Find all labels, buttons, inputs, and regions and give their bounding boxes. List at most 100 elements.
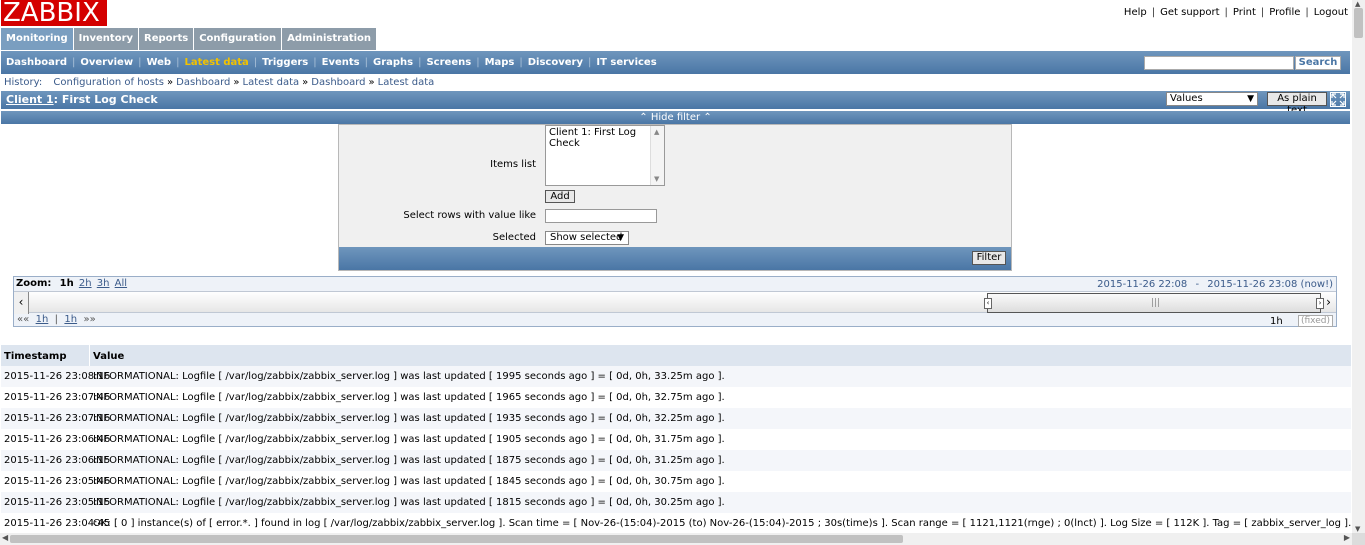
collapse-up-icon: ⌃: [639, 112, 648, 123]
chevron-right-icon[interactable]: ›: [1321, 292, 1336, 314]
submenu-discovery[interactable]: Discovery: [528, 57, 583, 68]
host-link[interactable]: Client 1: [6, 93, 54, 106]
history-link-dashboard[interactable]: Dashboard: [176, 77, 230, 88]
scrollbar-corner: [1352, 533, 1365, 545]
row-value: INFORMATIONAL: Logfile [ /var/log/zabbix…: [93, 455, 725, 466]
submenu-maps[interactable]: Maps: [485, 57, 515, 68]
table-row: 2015-11-26 23:06:46 INFORMATIONAL: Logfil…: [1, 429, 1351, 450]
zoom-all[interactable]: All: [115, 278, 127, 289]
horizontal-scrollbar[interactable]: ◀ ▶: [0, 533, 1352, 545]
horizontal-scroll-thumb[interactable]: [10, 535, 903, 543]
tab-configuration[interactable]: Configuration: [194, 28, 282, 50]
dropdown-arrow-icon: ▼: [1247, 94, 1254, 104]
history-link-configuration-of-hosts[interactable]: Configuration of hosts: [53, 77, 164, 88]
fullscreen-icon[interactable]: [1330, 92, 1346, 107]
sub-menu: Dashboard | Overview | Web | Latest data | Trigg…: [1, 51, 1350, 74]
scroll-down-icon[interactable]: ▼: [654, 175, 659, 183]
nav-first[interactable]: ««: [17, 314, 29, 325]
zoom-3h[interactable]: 3h: [97, 278, 110, 289]
slider-left-handle[interactable]: ‹: [984, 298, 992, 309]
selected-value: Show selected: [550, 232, 623, 243]
nav-forward-1h[interactable]: 1h: [64, 314, 77, 325]
row-value: INFORMATIONAL: Logfile [ /var/log/zabbix…: [93, 434, 725, 445]
date-from[interactable]: 2015-11-26 22:08: [1097, 279, 1187, 290]
submenu-triggers[interactable]: Triggers: [262, 57, 308, 68]
chevron-left-icon[interactable]: ‹: [14, 292, 29, 314]
scroll-down-icon[interactable]: ▼: [1355, 525, 1360, 533]
items-list-box[interactable]: Client 1: First Log Check ▲ ▼: [545, 125, 665, 186]
filter-button[interactable]: Filter: [972, 251, 1006, 265]
submenu-events[interactable]: Events: [322, 57, 360, 68]
as-plain-text-button[interactable]: As plain text: [1267, 92, 1327, 116]
selected-label: Selected: [492, 232, 536, 243]
selected-select[interactable]: Show selected ▼: [545, 231, 629, 245]
history-table: Timestamp Value 2015-11-26 23:08:16 INFOR…: [1, 345, 1352, 533]
tab-monitoring[interactable]: Monitoring: [1, 28, 73, 50]
filter-toggle-label: Hide filter: [650, 112, 701, 123]
history-link-latest-data-2[interactable]: Latest data: [378, 77, 435, 88]
logout-link[interactable]: Logout: [1314, 7, 1348, 18]
tab-inventory[interactable]: Inventory: [73, 28, 139, 50]
nav-back-1h[interactable]: 1h: [36, 314, 49, 325]
row-timestamp: 2015-11-26 23:07:46: [4, 392, 111, 403]
submenu-dashboard[interactable]: Dashboard: [6, 57, 67, 68]
date-to[interactable]: 2015-11-26 23:08 (now!): [1207, 279, 1333, 290]
submenu-graphs[interactable]: Graphs: [373, 57, 413, 68]
row-value: INFORMATIONAL: Logfile [ /var/log/zabbix…: [93, 413, 725, 424]
submenu-latest-data[interactable]: Latest data: [184, 57, 248, 68]
nav-last[interactable]: »»: [83, 314, 95, 325]
zoom-2h[interactable]: 2h: [79, 278, 92, 289]
zabbix-logo[interactable]: ZABBIX: [1, 0, 107, 26]
table-row: 2015-11-26 23:05:46 INFORMATIONAL: Logfil…: [1, 471, 1351, 492]
timeline-navigation: «« 1h | 1h »»: [17, 314, 96, 325]
main-menu: Monitoring Inventory Reports Configurati…: [1, 28, 377, 50]
column-timestamp: Timestamp: [1, 345, 90, 366]
submenu-screens[interactable]: Screens: [426, 57, 471, 68]
dropdown-arrow-icon: ▼: [617, 233, 624, 243]
history-link-latest-data[interactable]: Latest data: [243, 77, 300, 88]
scroll-right-icon[interactable]: ▶: [1344, 533, 1350, 542]
tab-reports[interactable]: Reports: [139, 28, 194, 50]
page-title: Client 1: First Log Check: [6, 93, 158, 106]
row-timestamp: 2015-11-26 23:07:16: [4, 413, 111, 424]
vertical-scrollbar[interactable]: ▲ ▼: [1352, 0, 1365, 533]
print-link[interactable]: Print: [1233, 7, 1256, 18]
search-input[interactable]: [1144, 56, 1294, 70]
help-link[interactable]: Help: [1124, 7, 1147, 18]
get-support-link[interactable]: Get support: [1160, 7, 1219, 18]
scroll-up-icon[interactable]: ▲: [1355, 0, 1360, 8]
add-item-button[interactable]: Add: [545, 190, 575, 203]
items-list-entry[interactable]: Client 1: First Log Check: [549, 127, 661, 149]
row-timestamp: 2015-11-26 23:05:46: [4, 476, 111, 487]
select-rows-label: Select rows with value like: [403, 210, 536, 221]
row-value: INFORMATIONAL: Logfile [ /var/log/zabbix…: [93, 371, 725, 382]
scroll-up-icon[interactable]: ▲: [654, 128, 659, 136]
fixed-toggle[interactable]: (fixed): [1298, 315, 1333, 327]
timeline-track[interactable]: ‹ ‹ ||| › ›: [14, 291, 1336, 314]
timeline-slider[interactable]: ‹ ||| ›: [984, 293, 1324, 313]
history-link-dashboard-2[interactable]: Dashboard: [311, 77, 365, 88]
submenu-overview[interactable]: Overview: [80, 57, 133, 68]
row-timestamp: 2015-11-26 23:08:16: [4, 371, 111, 382]
scroll-left-icon[interactable]: ◀: [2, 533, 8, 542]
table-body: 2015-11-26 23:08:16 INFORMATIONAL: Logfil…: [1, 366, 1352, 533]
view-type-select[interactable]: Values ▼: [1166, 92, 1258, 106]
table-row: 2015-11-26 23:07:46 INFORMATIONAL: Logfil…: [1, 387, 1351, 408]
vertical-scroll-thumb[interactable]: [1354, 8, 1363, 38]
zoom-1h[interactable]: 1h: [60, 278, 74, 289]
search-button[interactable]: Search: [1295, 56, 1341, 70]
row-value: OK: [ 0 ] instance(s) of [ error.*. ] fo…: [93, 518, 1352, 529]
tab-administration[interactable]: Administration: [282, 28, 377, 50]
submenu-it-services[interactable]: IT services: [596, 57, 656, 68]
zoom-options: Zoom: 1h 2h 3h All: [16, 278, 127, 289]
row-timestamp: 2015-11-26 23:06:15: [4, 455, 111, 466]
profile-link[interactable]: Profile: [1269, 7, 1300, 18]
select-rows-input[interactable]: [545, 209, 657, 223]
row-value: INFORMATIONAL: Logfile [ /var/log/zabbix…: [93, 476, 725, 487]
period-label: 1h: [1270, 316, 1283, 327]
items-list-scrollbar[interactable]: ▲ ▼: [650, 126, 664, 185]
submenu-web[interactable]: Web: [146, 57, 171, 68]
column-value: Value: [93, 351, 125, 362]
table-row: 2015-11-26 23:04:45 OK: [ 0 ] instance(s)…: [1, 513, 1352, 533]
filter-toggle[interactable]: ⌃ Hide filter ⌃: [1, 111, 1350, 124]
